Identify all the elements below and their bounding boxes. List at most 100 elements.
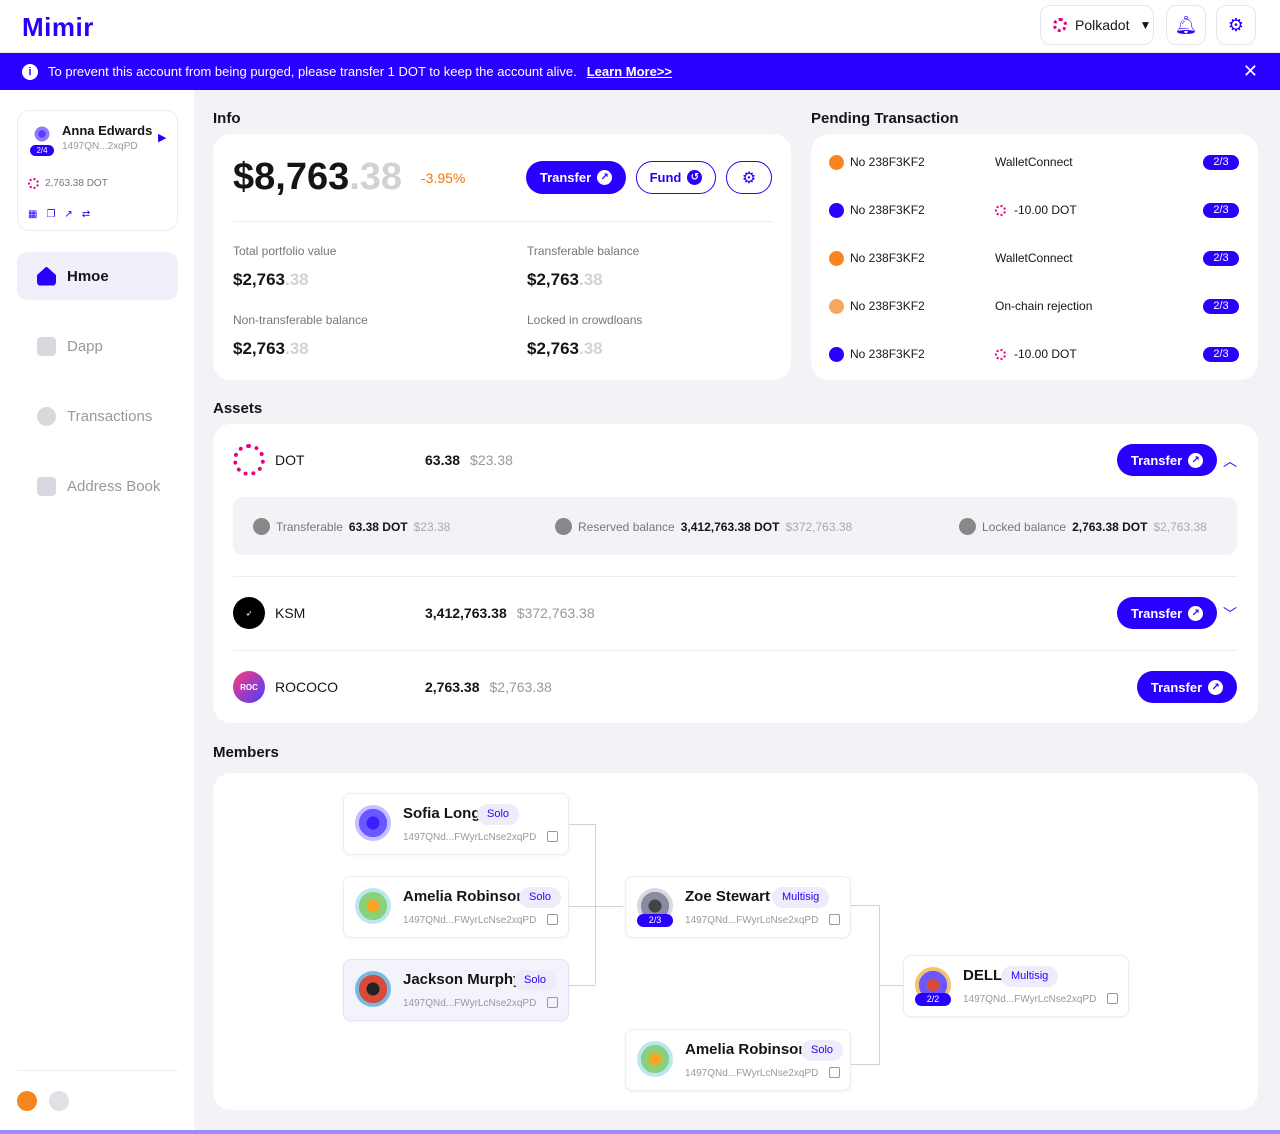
walletconnect-icon[interactable]	[17, 1091, 37, 1111]
asset-transfer-button[interactable]: Transfer ↗	[1137, 671, 1237, 703]
asset-row-dot[interactable]: DOT 63.38 $23.38 Transfer ↗ ︿	[233, 444, 1237, 476]
member-card[interactable]: Jackson Murphy Solo 1497QNd...FWyrLcNse2…	[343, 959, 569, 1021]
notifications-button[interactable]: 🔔︎	[1166, 5, 1206, 45]
caret-down-icon: ▼	[1139, 18, 1152, 32]
connector-line	[568, 824, 595, 825]
copy-icon[interactable]	[829, 914, 840, 925]
learn-more-link[interactable]: Learn More>>	[587, 64, 672, 79]
connector-line	[850, 905, 879, 906]
tx-desc: WalletConnect	[995, 155, 1203, 169]
asset-row-ksm[interactable]: ➶ KSM 3,412,763.38 $372,763.38 Transfer ↗…	[233, 597, 1237, 629]
settings-button[interactable]: ⚙	[1216, 5, 1256, 45]
divider	[233, 576, 1237, 577]
dapp-icon	[37, 336, 56, 356]
polkadot-icon	[995, 348, 1006, 360]
home-icon	[37, 266, 56, 286]
pending-row[interactable]: No 238F3KF2 On-chain rejection 2/3	[829, 282, 1239, 330]
avatar	[637, 1041, 673, 1077]
asset-symbol: DOT	[275, 452, 305, 468]
tx-number: No 238F3KF2	[850, 251, 925, 265]
arrow-up-right-icon: ↗	[1188, 452, 1204, 468]
divider	[233, 221, 773, 222]
pending-row[interactable]: No 238F3KF2 WalletConnect 2/3	[829, 234, 1239, 282]
fund-label: Fund	[649, 170, 682, 185]
fund-button[interactable]: Fund ↺	[636, 161, 716, 194]
close-icon[interactable]: ✕	[1243, 61, 1258, 82]
pending-row[interactable]: No 238F3KF2 -10.00 DOT 2/3	[829, 186, 1239, 234]
member-tag: Solo	[801, 1040, 844, 1061]
member-card[interactable]: 2/3 Zoe Stewart Multisig 1497QNd...FWyrL…	[625, 876, 851, 938]
asset-amount: 2,763.38	[425, 679, 480, 695]
tx-desc-text: WalletConnect	[995, 251, 1073, 265]
transfer-button[interactable]: Transfer ↗	[526, 161, 626, 194]
top-bar: Mimir Polkadot ▼ 🔔︎ ⚙	[0, 0, 1280, 53]
chevron-down-icon[interactable]: ﹀	[1223, 604, 1237, 624]
copy-icon[interactable]: ❐	[46, 209, 55, 220]
pending-row[interactable]: No 238F3KF2 WalletConnect 2/3	[829, 138, 1239, 186]
polkadot-icon	[28, 178, 39, 189]
info-settings-button[interactable]: ⚙	[726, 161, 772, 194]
refresh-icon: ↺	[687, 170, 703, 185]
app-logo[interactable]: Mimir	[22, 12, 94, 43]
pending-title: Pending Transaction	[811, 110, 959, 127]
external-link-icon[interactable]: ↗	[64, 209, 72, 220]
member-card[interactable]: Amelia Robinson Solo 1497QNd...FWyrLcNse…	[343, 876, 569, 938]
polkadot-icon	[1053, 18, 1067, 32]
pending-row[interactable]: No 238F3KF2 -10.00 DOT 2/3	[829, 330, 1239, 378]
change-percent: -3.95%	[421, 170, 466, 186]
copy-icon[interactable]	[547, 914, 558, 925]
copy-icon[interactable]	[547, 831, 558, 842]
assets-card: DOT 63.38 $23.38 Transfer ↗ ︿ Transferabl…	[213, 424, 1258, 723]
nav-home-label: Hmoe	[67, 267, 109, 285]
polkadot-icon	[233, 444, 265, 476]
copy-icon[interactable]	[547, 997, 558, 1008]
kv-value: $2,763.38	[233, 339, 309, 359]
account-card[interactable]: 2/4 Anna Edwards 1497QN...2xqPD ▶ 2,763.…	[17, 110, 178, 231]
tx-number: No 238F3KF2	[850, 347, 925, 361]
dot-balance-detail: Transferable 63.38 DOT $23.38 Reserved bal…	[233, 497, 1237, 555]
sidebar: 2/4 Anna Edwards 1497QN...2xqPD ▶ 2,763.…	[0, 90, 194, 1134]
member-card[interactable]: Amelia Robinson Solo 1497QNd...FWyrLcNse…	[625, 1029, 851, 1091]
rococo-logo-text: ROC	[240, 682, 258, 692]
member-card[interactable]: 2/2 DELL Multisig 1497QNd...FWyrLcNse2xq…	[903, 955, 1129, 1017]
kv-label: Locked in crowdloans	[527, 313, 643, 327]
tx-approvals: 2/3	[1203, 154, 1239, 170]
kv-value-int: $2,763	[527, 339, 579, 358]
asset-row-rococo[interactable]: ROC ROCOCO 2,763.38 $2,763.38 Transfer ↗	[233, 671, 1237, 703]
qr-icon[interactable]: ▦	[28, 209, 37, 220]
tx-desc: WalletConnect	[995, 251, 1203, 265]
chevron-up-icon[interactable]: ︿	[1223, 451, 1237, 471]
member-name: Amelia Robinson	[685, 1041, 808, 1058]
copy-icon[interactable]	[1107, 993, 1118, 1004]
nav-address-book-label: Address Book	[67, 477, 161, 495]
asset-usd: $2,763.38	[489, 679, 552, 695]
locked-usd: $2,763.38	[1153, 519, 1207, 534]
copy-icon[interactable]	[829, 1067, 840, 1078]
arrow-up-right-icon: ↗	[1208, 679, 1224, 695]
lock-icon	[959, 518, 976, 535]
member-address: 1497QNd...FWyrLcNse2xqPD	[963, 994, 1097, 1005]
tx-number: No 238F3KF2	[850, 203, 925, 217]
nav-address-book[interactable]: Address Book	[17, 462, 178, 510]
play-arrow-icon[interactable]: ▶	[158, 131, 166, 144]
member-card[interactable]: Sofia Long Solo 1497QNd...FWyrLcNse2xqPD	[343, 793, 569, 855]
switch-icon[interactable]: ⇄	[82, 209, 90, 220]
divider	[233, 650, 1237, 651]
member-name: Amelia Robinson	[403, 888, 526, 905]
nav-dapp[interactable]: Dapp	[17, 322, 178, 370]
nav-home[interactable]: Hmoe	[17, 252, 178, 300]
total-value-dec: .38	[349, 156, 403, 198]
nav-transactions[interactable]: Transactions	[17, 392, 178, 440]
tx-approvals: 2/3	[1203, 346, 1239, 362]
info-card: $8,763.38 -3.95% Transfer ↗ Fund ↺ ⚙ Total…	[213, 134, 791, 380]
asset-transfer-button[interactable]: Transfer ↗	[1117, 597, 1217, 629]
network-selector[interactable]: Polkadot ▼	[1040, 5, 1154, 45]
info-icon: i	[22, 63, 38, 80]
arrow-up-right-icon: ↗	[1188, 605, 1204, 621]
hand-icon[interactable]	[49, 1091, 69, 1111]
member-name: Zoe Stewart	[685, 888, 771, 905]
asset-transfer-button[interactable]: Transfer ↗	[1117, 444, 1217, 476]
reserved-label: Reserved balance	[578, 519, 675, 534]
locked-label: Locked balance	[982, 519, 1067, 534]
transfer-label: Transfer	[539, 170, 592, 185]
